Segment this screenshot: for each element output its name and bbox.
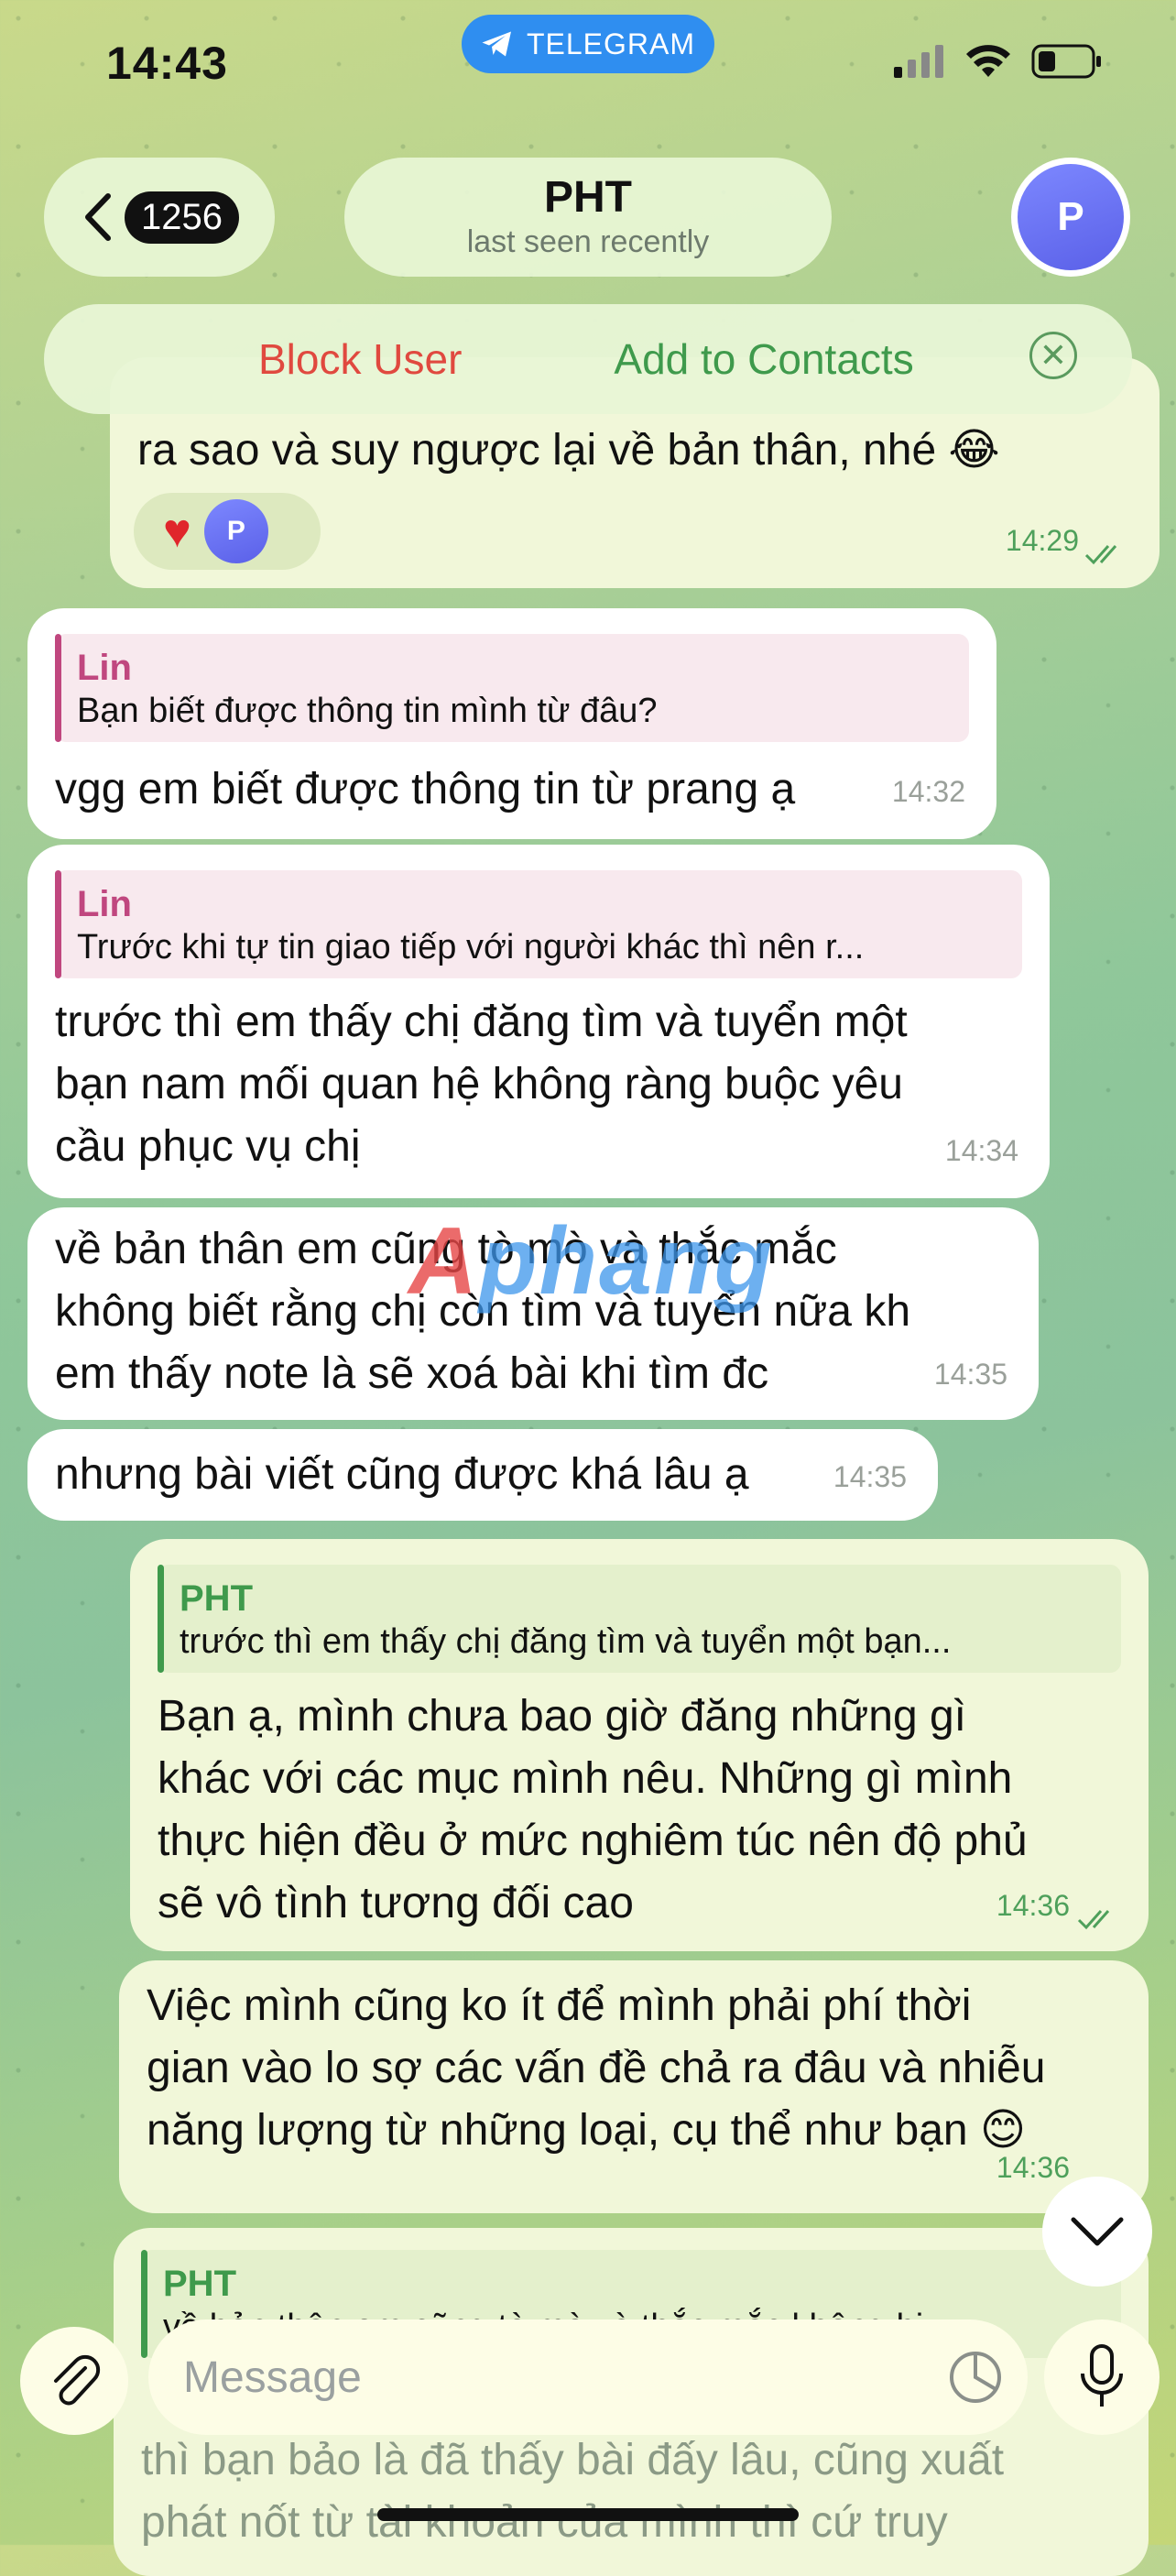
battery-icon [1031, 44, 1101, 79]
reply-text: trước thì em thấy chị đăng tìm và tuyển … [180, 1622, 952, 1661]
chat-title[interactable]: PHT last seen recently [344, 158, 832, 277]
reply-author: PHT [163, 2264, 236, 2304]
reaction-chip[interactable]: ♥ P [134, 493, 321, 570]
message-time: 14:36 [996, 1889, 1070, 1922]
sticker-icon[interactable] [947, 2349, 1004, 2406]
chevron-left-icon [85, 193, 111, 241]
reaction-avatar: P [203, 499, 268, 563]
signal-icon [894, 45, 943, 78]
message-text: ra sao và suy ngược lại về bản thân, nhé… [137, 426, 1000, 475]
double-check-icon [1084, 545, 1117, 565]
status-time: 14:43 [106, 38, 228, 89]
watermark-logo: Aphang [408, 1208, 775, 1315]
reply-text: Trước khi tự tin giao tiếp với người khá… [77, 928, 865, 966]
message-time: 14:36 [996, 2151, 1070, 2184]
heart-reaction-icon: ♥ [163, 505, 191, 558]
message-time: 14:29 [1005, 524, 1079, 557]
microphone-icon [1081, 2344, 1123, 2407]
back-button[interactable]: 1256 [44, 158, 275, 277]
message-time: 14:35 [933, 1358, 1007, 1391]
paperclip-icon [54, 2354, 101, 2406]
unread-count-badge: 1256 [125, 191, 239, 244]
message-text: vgg em biết được thông tin từ prang ạ [55, 765, 796, 813]
add-to-contacts-button[interactable]: Add to Contacts [614, 334, 913, 384]
message-text: Bạn ạ, mình chưa bao giờ đăng những gì k… [158, 1692, 1028, 1927]
contact-name: PHT [544, 173, 632, 222]
reply-author: PHT [180, 1578, 253, 1619]
block-user-button[interactable]: Block User [258, 334, 462, 384]
telegram-label: TELEGRAM [526, 27, 696, 60]
close-icon[interactable]: ✕ [1029, 332, 1077, 379]
message-incoming[interactable]: Lin Bạn biết được thông tin mình từ đâu?… [27, 608, 996, 839]
reply-preview[interactable]: PHT trước thì em thấy chị đăng tìm và tu… [158, 1565, 1121, 1673]
message-incoming[interactable]: nhưng bài viết cũng được khá lâu ạ 14:35 [27, 1429, 938, 1521]
message-time: 14:32 [891, 775, 965, 808]
reply-author: Lin [77, 884, 132, 924]
contact-action-bar: Block User Add to Contacts ✕ [44, 304, 1132, 414]
reply-preview[interactable]: Lin Bạn biết được thông tin mình từ đâu? [55, 634, 969, 742]
avatar-initial: P [1018, 164, 1124, 270]
message-time: 14:34 [944, 1134, 1018, 1167]
reply-preview[interactable]: Lin Trước khi tự tin giao tiếp với người… [55, 870, 1022, 978]
reply-author: Lin [77, 648, 132, 688]
message-text: trước thì em thấy chị đăng tìm và tuyển … [55, 998, 908, 1171]
wifi-icon [966, 45, 1010, 77]
home-indicator [377, 2508, 799, 2521]
message-input-field[interactable] [148, 2319, 1028, 2435]
message-outgoing[interactable]: Việc mình cũng ko ít để mình phải phí th… [119, 1960, 1149, 2213]
voice-message-button[interactable] [1044, 2319, 1160, 2435]
double-check-icon [1077, 1910, 1110, 1930]
scroll-to-bottom-button[interactable] [1042, 2177, 1152, 2287]
message-text: nhưng bài viết cũng được khá lâu ạ [55, 1450, 749, 1499]
message-time: 14:35 [833, 1460, 907, 1493]
status-icons [894, 44, 1103, 79]
message-input[interactable] [181, 2351, 881, 2404]
attach-button[interactable] [20, 2327, 128, 2435]
contact-avatar[interactable]: P [1011, 158, 1130, 277]
telegram-plane-icon [482, 31, 511, 57]
chevron-down-icon [1071, 2217, 1124, 2246]
message-text: Việc mình cũng ko ít để mình phải phí th… [147, 1981, 1046, 2155]
message-incoming[interactable]: Lin Trước khi tự tin giao tiếp với người… [27, 845, 1050, 1198]
message-outgoing[interactable]: PHT trước thì em thấy chị đăng tìm và tu… [130, 1539, 1149, 1951]
reply-text: Bạn biết được thông tin mình từ đâu? [77, 692, 658, 730]
telegram-return-pill[interactable]: TELEGRAM [462, 15, 714, 73]
message-text: thì bạn bảo là đã thấy bài đấy lâu, cũng… [141, 2436, 1005, 2547]
last-seen-status: last seen recently [466, 224, 710, 259]
